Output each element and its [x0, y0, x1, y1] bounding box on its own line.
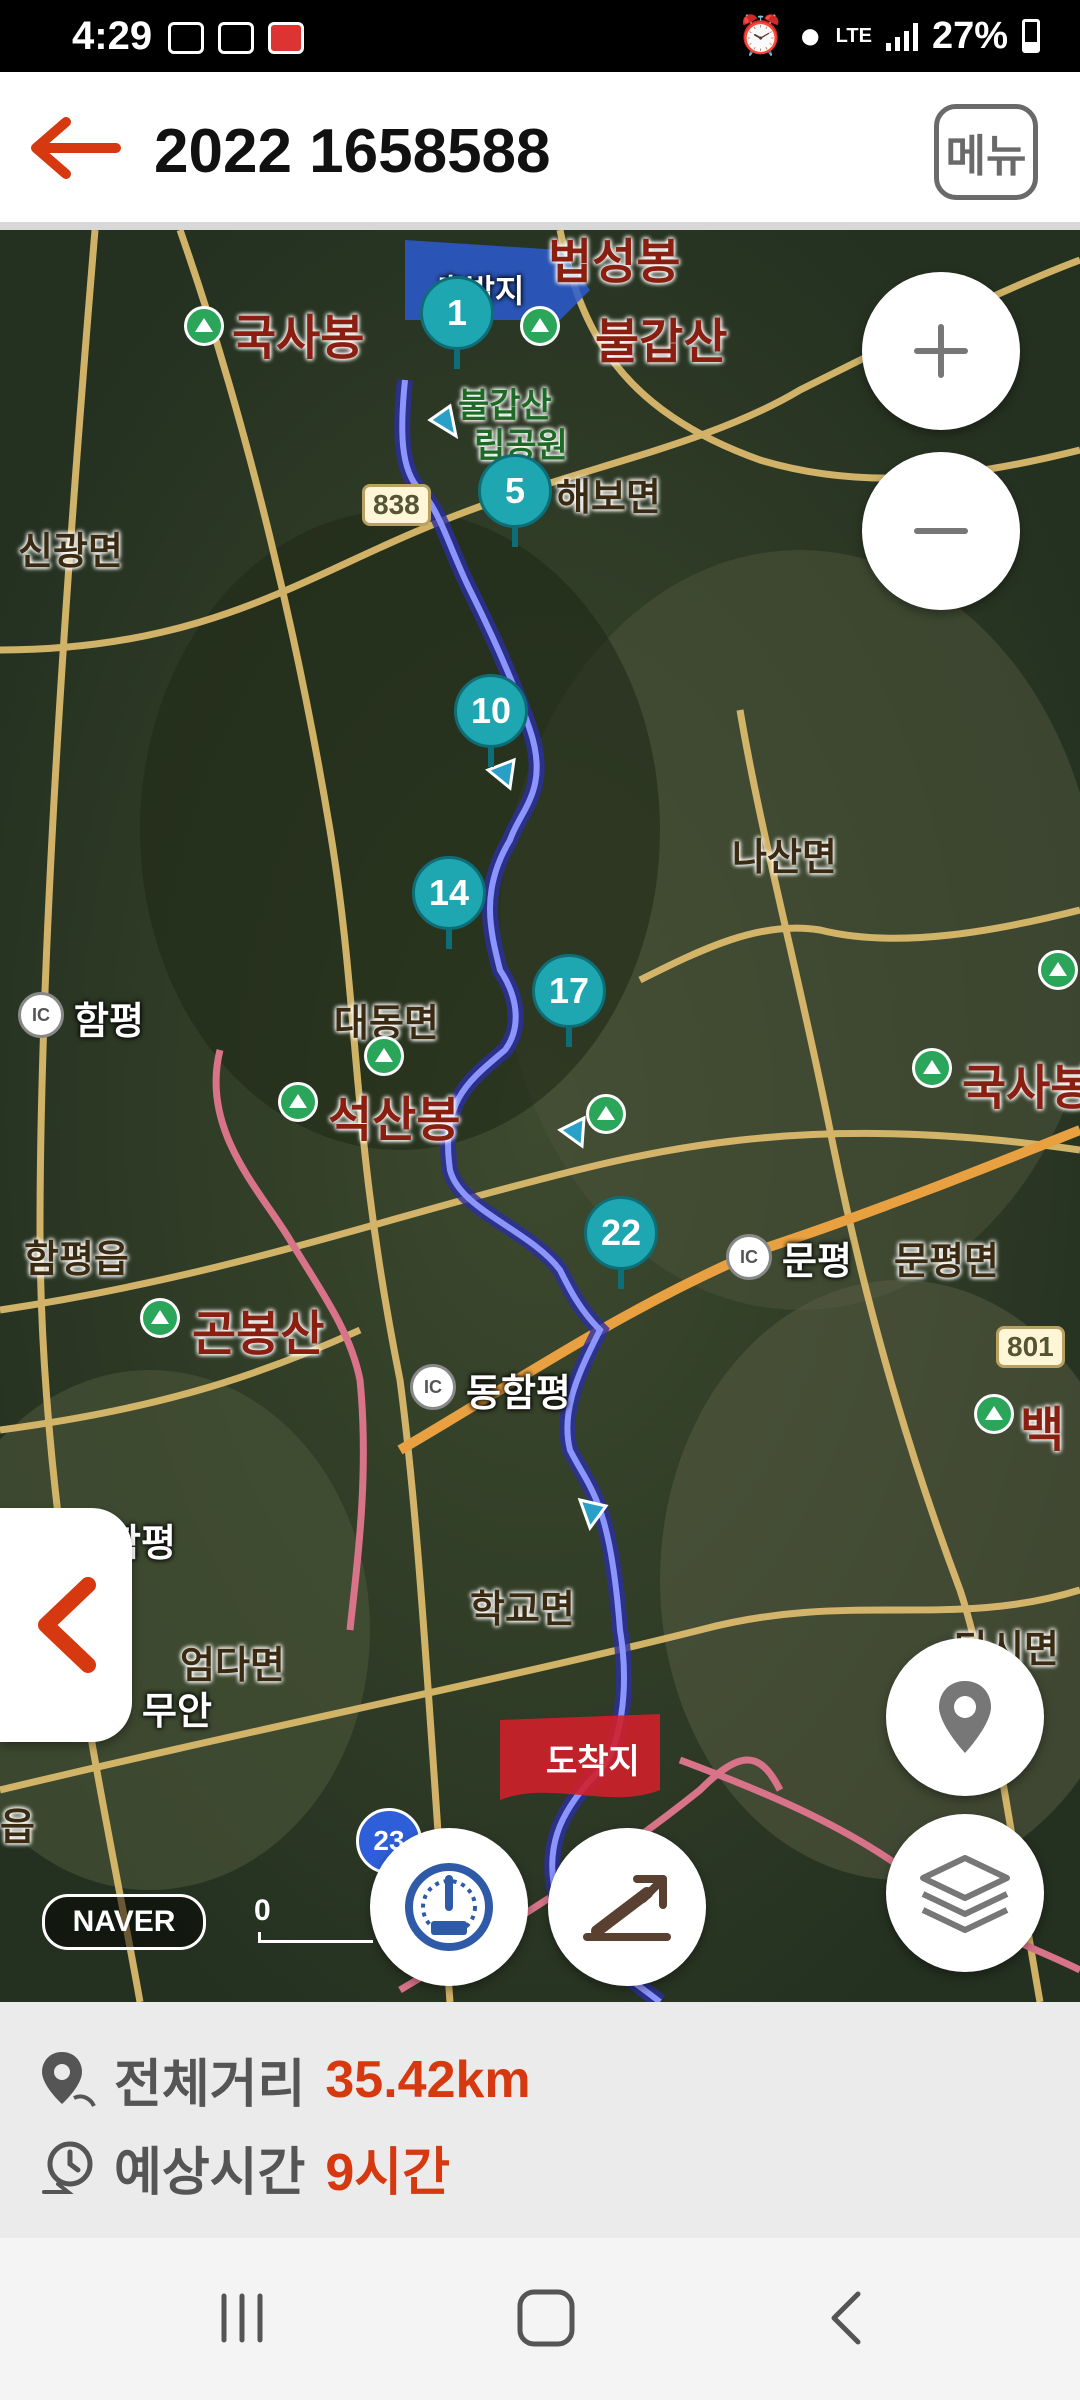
running-icon: [218, 22, 254, 54]
layers-icon: [920, 1855, 1010, 1933]
distance-label: 전체거리: [114, 2056, 306, 2114]
side-panel-toggle[interactable]: [0, 1508, 132, 1742]
waypoint-marker[interactable]: 1: [420, 276, 494, 350]
recent-apps-button[interactable]: [202, 2278, 282, 2358]
place-label: 석산봉: [328, 1094, 461, 1147]
speed-button[interactable]: [370, 1828, 528, 1986]
status-bar: 4:29 ⏰ ● LTE 27%: [0, 0, 1080, 72]
end-flag: 도착지: [490, 1710, 670, 1820]
place-label: 해보면: [556, 477, 661, 519]
place-label: 국사봉: [962, 1062, 1080, 1115]
waypoint-marker[interactable]: 22: [584, 1196, 658, 1270]
place-label: 신광면: [18, 531, 123, 573]
waypoint-marker[interactable]: 5: [478, 454, 552, 528]
location-pin-icon: [939, 1681, 991, 1753]
mountain-icon: [184, 306, 224, 346]
app-notification-icon: [268, 22, 304, 54]
road-number: 801: [996, 1326, 1065, 1368]
page-title: 2022 1658588: [154, 117, 551, 186]
distance-value: 35.42km: [325, 2050, 531, 2109]
place-label: 법성봉: [548, 236, 681, 289]
arrow-left-icon: [31, 117, 121, 179]
back-chevron-icon: [831, 2291, 861, 2345]
place-label: 나산면: [732, 837, 837, 879]
mountain-icon: [1038, 950, 1078, 990]
chevron-left-icon: [38, 1577, 96, 1673]
time-clock-icon: [42, 2141, 93, 2194]
speedometer-icon: [405, 1863, 493, 1951]
place-label: 백: [1020, 1404, 1065, 1457]
distance-row: 전체거리 35.42km: [38, 2042, 531, 2117]
time-value: 9시간: [325, 2144, 450, 2202]
back-button[interactable]: [26, 116, 122, 180]
place-label: 동함평: [466, 1373, 571, 1415]
recent-apps-icon: [221, 2293, 263, 2343]
place-label: 함평읍: [24, 1239, 129, 1281]
place-label: 문평: [782, 1241, 852, 1283]
time-label: 예상시간: [114, 2144, 306, 2202]
place-label: 읍: [0, 1807, 35, 1849]
place-label: 문평면: [894, 1241, 999, 1283]
ic-badge: IC: [18, 992, 64, 1038]
place-label: 국사봉: [232, 312, 365, 365]
zoom-out-button[interactable]: [862, 452, 1020, 610]
battery-icon: [1022, 19, 1040, 53]
mountain-icon: [364, 1036, 404, 1076]
place-label: 곤봉산: [192, 1308, 325, 1361]
location-icon: ●: [798, 14, 822, 57]
map-view[interactable]: 국사봉 법성봉 불갑산 불갑산 립공원 해보면 신광면 나산면 함평 대동면 석…: [0, 230, 1080, 2002]
scale-bar: [258, 1932, 373, 1943]
signal-icon: [885, 21, 918, 51]
menu-button[interactable]: 메뉴: [934, 104, 1038, 200]
place-label: 불갑산: [595, 316, 728, 369]
home-icon: [517, 2289, 575, 2347]
mountain-icon: [278, 1082, 318, 1122]
waypoint-marker[interactable]: 17: [532, 954, 606, 1028]
app-header: 2022 1658588 메뉴: [0, 72, 1080, 230]
home-button[interactable]: [506, 2278, 586, 2358]
plus-icon: [914, 324, 968, 378]
map-layers-button[interactable]: [886, 1814, 1044, 1972]
mountain-icon: [586, 1094, 626, 1134]
mountain-icon: [974, 1394, 1014, 1434]
time-row: 예상시간 9시간: [38, 2130, 450, 2205]
elevation-icon: [583, 1875, 671, 1941]
zoom-in-button[interactable]: [862, 272, 1020, 430]
distance-pin-icon: [42, 2051, 96, 2107]
place-label: 무안: [142, 1691, 212, 1733]
status-time: 4:29: [72, 14, 153, 58]
waypoint-marker[interactable]: 10: [454, 674, 528, 748]
battery-percent: 27%: [931, 14, 1008, 57]
mountain-icon: [912, 1048, 952, 1088]
road-number: 838: [362, 484, 431, 526]
minus-icon: [914, 528, 968, 534]
end-label: 도착지: [546, 1743, 640, 1781]
mountain-icon: [140, 1298, 180, 1338]
ic-badge: IC: [410, 1364, 456, 1410]
place-label: 학교면: [470, 1589, 575, 1631]
system-nav-bar: [0, 2238, 1080, 2400]
route-info-panel: 전체거리 35.42km 예상시간 9시간: [0, 2002, 1080, 2238]
mountain-icon: [520, 306, 560, 346]
network-type: LTE: [835, 25, 872, 47]
waypoint-marker[interactable]: 14: [412, 856, 486, 930]
system-back-button[interactable]: [808, 2278, 888, 2358]
alarm-icon: ⏰: [737, 15, 785, 57]
naver-logo: NAVER: [42, 1894, 206, 1950]
scale-label: 0: [254, 1894, 271, 1927]
ic-badge: IC: [726, 1234, 772, 1280]
elevation-button[interactable]: [548, 1828, 706, 1986]
my-location-button[interactable]: [886, 1638, 1044, 1796]
place-label: 함평: [74, 1001, 144, 1043]
voicemail-icon: [168, 22, 204, 54]
